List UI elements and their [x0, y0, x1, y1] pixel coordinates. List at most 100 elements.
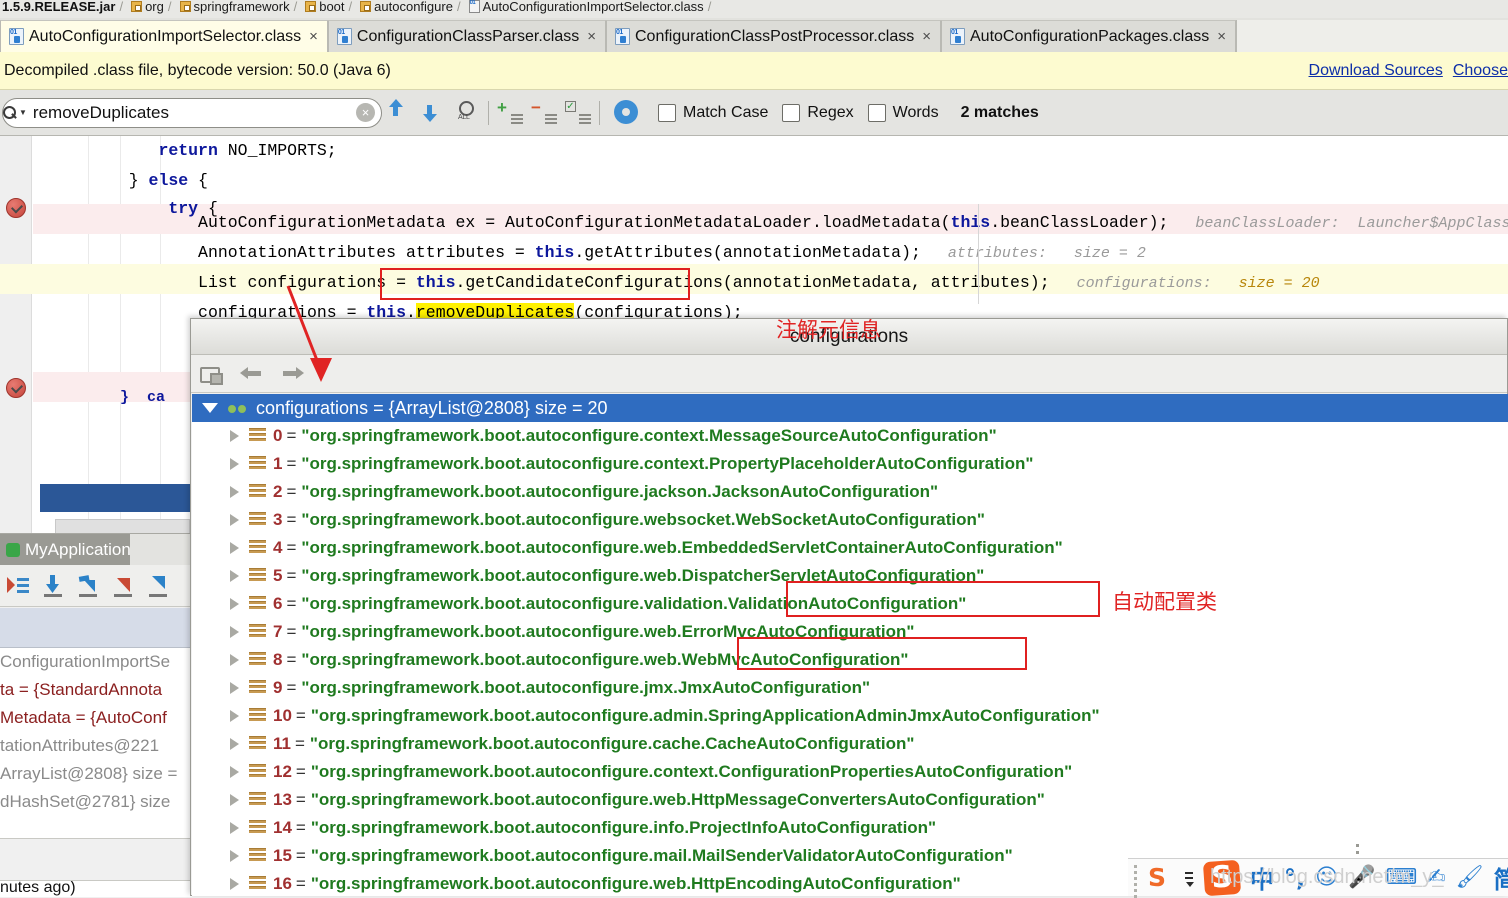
string-value-icon [249, 483, 266, 501]
close-icon[interactable]: × [1217, 28, 1226, 45]
collapsed-triangle-icon[interactable] [230, 458, 239, 470]
collapsed-triangle-icon[interactable] [230, 598, 239, 610]
breadcrumb-item-springframework[interactable]: springframework / [178, 0, 304, 18]
clear-search-icon[interactable]: × [356, 103, 375, 122]
list-item[interactable]: 14 = "org.springframework.boot.autoconfi… [192, 814, 1508, 842]
collapsed-triangle-icon[interactable] [230, 430, 239, 442]
collapsed-triangle-icon[interactable] [230, 710, 239, 722]
settings-gear-icon[interactable] [610, 96, 644, 130]
tab-autoconfigurationpackages[interactable]: AutoConfigurationPackages.class × [941, 20, 1237, 52]
keyboard-icon[interactable]: ⌨ [1385, 865, 1417, 890]
breadcrumb-item-boot[interactable]: boot / [303, 0, 358, 18]
handwriting-icon[interactable]: ✍ [1427, 865, 1445, 890]
microphone-icon[interactable]: 🎤 [1348, 865, 1375, 890]
debug-session-tab[interactable]: MyApplication [0, 534, 131, 565]
forward-arrow-icon[interactable] [279, 361, 305, 387]
find-next-icon[interactable] [416, 96, 450, 130]
camera-icon[interactable] [199, 361, 225, 387]
tab-configurationclassparser[interactable]: ConfigurationClassParser.class × [327, 20, 606, 52]
force-step-into-icon[interactable] [105, 566, 140, 606]
close-icon[interactable]: × [309, 28, 318, 45]
add-filter-icon[interactable]: + [493, 96, 527, 130]
debug-frames-panel[interactable] [0, 608, 192, 648]
ime-drag-handle[interactable] [1134, 864, 1138, 898]
variable-row[interactable]: ConfigurationImportSe [0, 648, 192, 676]
expanded-triangle-icon[interactable] [202, 403, 218, 413]
show-execution-point-icon[interactable] [0, 566, 35, 606]
ime-mode-chinese[interactable]: 中 [1250, 860, 1274, 895]
search-input[interactable] [30, 101, 356, 124]
breadcrumb-item-jar[interactable]: 1.5.9.RELEASE.jar / [0, 0, 129, 18]
toolbar-divider [599, 100, 600, 125]
list-item[interactable]: 12 = "org.springframework.boot.autoconfi… [192, 758, 1508, 786]
download-sources-link[interactable]: Download Sources [1309, 62, 1443, 80]
breadcrumb-item-org[interactable]: org / [129, 0, 177, 18]
list-item[interactable]: 11 = "org.springframework.boot.autoconfi… [192, 730, 1508, 758]
close-icon[interactable]: × [922, 28, 931, 45]
words-option[interactable]: Words [867, 103, 939, 122]
breakpoint-icon[interactable] [6, 378, 26, 398]
find-previous-icon[interactable] [382, 96, 416, 130]
brush-icon[interactable]: 🖌 [1456, 865, 1484, 890]
tab-configurationclasspostprocessor[interactable]: ConfigurationClassPostProcessor.class × [606, 20, 941, 52]
debug-variables-panel[interactable]: ConfigurationImportSe ta = {StandardAnno… [0, 648, 192, 838]
sogou-logo-icon[interactable]: S [1202, 859, 1242, 896]
toggle-filter-icon[interactable]: ✓ [561, 96, 595, 130]
collapsed-triangle-icon[interactable] [230, 794, 239, 806]
collapsed-triangle-icon[interactable] [230, 486, 239, 498]
debug-toolbar [0, 565, 192, 607]
back-arrow-icon[interactable] [239, 361, 265, 387]
variable-row[interactable]: tationAttributes@221 [0, 732, 192, 760]
ime-menu-icon[interactable] [1184, 866, 1194, 890]
breadcrumb-item-autoconfigure[interactable]: autoconfigure / [358, 0, 466, 18]
find-all-icon[interactable] [450, 96, 484, 130]
sogou-logo-small-icon[interactable]: S [1148, 864, 1174, 891]
list-item[interactable]: 10 = "org.springframework.boot.autoconfi… [192, 702, 1508, 730]
choose-sources-link[interactable]: Choose So [1453, 62, 1508, 80]
variable-row[interactable]: ta = {StandardAnnota [0, 676, 192, 704]
tree-root-node[interactable]: configurations = {ArrayList@2808} size =… [192, 394, 1508, 422]
smiley-icon[interactable]: ☺ [1315, 865, 1338, 890]
step-out-icon[interactable] [140, 566, 175, 606]
list-item[interactable]: 9 = "org.springframework.boot.autoconfig… [192, 674, 1508, 702]
close-icon[interactable]: × [587, 28, 596, 45]
list-item[interactable]: 4 = "org.springframework.boot.autoconfig… [192, 534, 1508, 562]
step-into-icon[interactable] [70, 566, 105, 606]
item-index: 7 [273, 622, 283, 641]
string-value-icon [249, 623, 266, 641]
ime-punctuation-toggle[interactable]: °, [1284, 864, 1305, 892]
variable-row[interactable]: ArrayList@2808} size = [0, 760, 192, 788]
collapsed-triangle-icon[interactable] [230, 542, 239, 554]
collapsed-triangle-icon[interactable] [230, 766, 239, 778]
variable-row[interactable]: dHashSet@2781} size [0, 788, 192, 816]
list-item[interactable]: 1 = "org.springframework.boot.autoconfig… [192, 450, 1508, 478]
list-item[interactable]: 13 = "org.springframework.boot.autoconfi… [192, 786, 1508, 814]
ime-toolbar[interactable]: S S 中 °, ☺ 🎤 ⌨ ✍ 🖌 简 ▣ [1128, 858, 1508, 898]
collapsed-triangle-icon[interactable] [230, 654, 239, 666]
regex-option[interactable]: Regex [782, 103, 854, 122]
list-item[interactable]: 3 = "org.springframework.boot.autoconfig… [192, 506, 1508, 534]
search-field-wrapper[interactable]: ▼ × [2, 97, 382, 128]
collapsed-triangle-icon[interactable] [230, 682, 239, 694]
ime-simplified-toggle[interactable]: 简 [1494, 860, 1508, 895]
breadcrumb-item-class[interactable]: AutoConfigurationImportSelector.class / [467, 0, 718, 18]
list-item[interactable]: 0 = "org.springframework.boot.autoconfig… [192, 422, 1508, 450]
collapsed-triangle-icon[interactable] [230, 738, 239, 750]
collapsed-triangle-icon[interactable] [230, 822, 239, 834]
item-index: 12 [273, 762, 292, 781]
class-file-icon [615, 28, 630, 45]
tab-autoconfigurationimportselector[interactable]: AutoConfigurationImportSelector.class × [0, 20, 328, 52]
remove-filter-icon[interactable]: − [527, 96, 561, 130]
collapsed-triangle-icon[interactable] [230, 570, 239, 582]
collapsed-triangle-icon[interactable] [230, 850, 239, 862]
match-case-checkbox[interactable] [658, 103, 676, 122]
variable-row[interactable]: Metadata = {AutoConf [0, 704, 192, 732]
match-case-option[interactable]: Match Case [658, 103, 768, 122]
words-checkbox[interactable] [867, 103, 886, 122]
step-over-icon[interactable] [35, 566, 70, 606]
collapsed-triangle-icon[interactable] [230, 878, 239, 890]
list-item[interactable]: 2 = "org.springframework.boot.autoconfig… [192, 478, 1508, 506]
collapsed-triangle-icon[interactable] [230, 626, 239, 638]
collapsed-triangle-icon[interactable] [230, 514, 239, 526]
regex-checkbox[interactable] [782, 103, 801, 122]
